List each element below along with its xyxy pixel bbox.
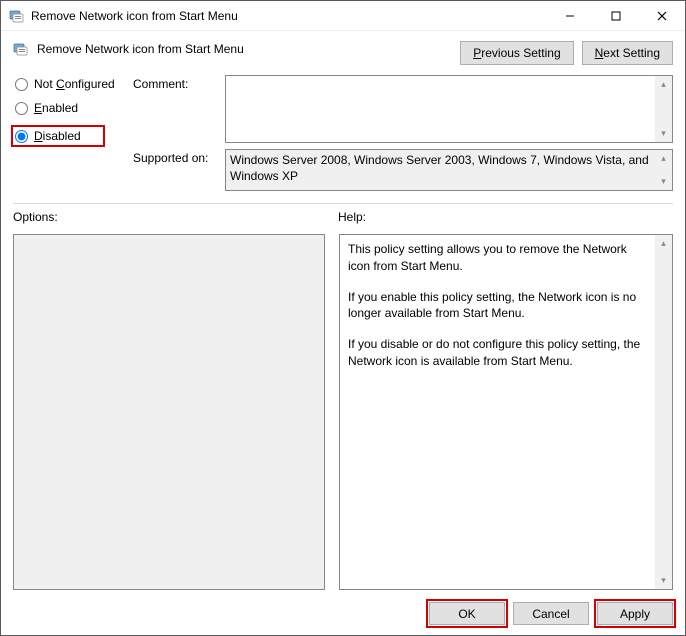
maximize-button[interactable] — [593, 1, 639, 30]
subheader: Remove Network icon from Start Menu Prev… — [1, 31, 685, 71]
next-setting-button[interactable]: Next Setting — [582, 41, 673, 65]
help-pane: This policy setting allows you to remove… — [339, 234, 673, 590]
comment-textarea[interactable]: ▴ ▾ — [225, 75, 673, 143]
options-label: Options: — [13, 210, 338, 224]
radio-not-configured-input[interactable] — [15, 78, 28, 91]
options-pane — [13, 234, 325, 590]
supported-scrollbar[interactable]: ▴ ▾ — [655, 150, 672, 190]
scroll-down-icon[interactable]: ▾ — [655, 125, 672, 142]
help-paragraph: If you enable this policy setting, the N… — [348, 289, 647, 323]
help-paragraph: If you disable or do not configure this … — [348, 336, 647, 370]
supported-on-value: Windows Server 2008, Windows Server 2003… — [226, 150, 655, 190]
previous-setting-button[interactable]: Previous Setting — [460, 41, 573, 65]
scroll-up-icon[interactable]: ▴ — [655, 76, 672, 93]
window-controls — [547, 1, 685, 30]
help-label: Help: — [338, 210, 673, 224]
comment-scrollbar[interactable]: ▴ ▾ — [655, 76, 672, 142]
scroll-up-icon[interactable]: ▴ — [655, 150, 672, 167]
policy-state-section: Not Configured Enabled Disabled Comment:… — [1, 71, 685, 199]
help-scrollbar[interactable]: ▴ ▾ — [655, 235, 672, 589]
scroll-down-icon[interactable]: ▾ — [655, 173, 672, 190]
help-content: This policy setting allows you to remove… — [340, 235, 655, 589]
gpo-policy-dialog: Remove Network icon from Start Menu — [0, 0, 686, 636]
options-help-headers: Options: Help: — [1, 208, 685, 228]
scroll-down-icon[interactable]: ▾ — [655, 572, 672, 589]
policy-icon — [13, 41, 29, 57]
radio-disabled-input[interactable] — [15, 130, 28, 143]
policy-title: Remove Network icon from Start Menu — [37, 42, 244, 56]
app-icon — [9, 8, 25, 24]
scroll-up-icon[interactable]: ▴ — [655, 235, 672, 252]
close-button[interactable] — [639, 1, 685, 30]
supported-on-box: Windows Server 2008, Windows Server 2003… — [225, 149, 673, 191]
help-paragraph: This policy setting allows you to remove… — [348, 241, 647, 275]
ok-button[interactable]: OK — [429, 602, 505, 625]
radio-not-configured[interactable]: Not Configured — [13, 77, 133, 91]
comment-label: Comment: — [133, 75, 225, 91]
window-title: Remove Network icon from Start Menu — [31, 9, 547, 23]
minimize-button[interactable] — [547, 1, 593, 30]
radio-disabled[interactable]: Disabled — [11, 125, 105, 147]
radio-enabled-input[interactable] — [15, 102, 28, 115]
cancel-button[interactable]: Cancel — [513, 602, 589, 625]
options-help-panes: This policy setting allows you to remove… — [1, 228, 685, 594]
dialog-buttons: OK Cancel Apply — [1, 594, 685, 635]
supported-on-label: Supported on: — [133, 149, 225, 165]
apply-button[interactable]: Apply — [597, 602, 673, 625]
radio-enabled[interactable]: Enabled — [13, 101, 133, 115]
separator — [13, 203, 673, 204]
state-radio-group: Not Configured Enabled Disabled — [13, 75, 133, 191]
comment-value[interactable] — [226, 76, 655, 142]
options-content — [14, 235, 324, 589]
titlebar: Remove Network icon from Start Menu — [1, 1, 685, 31]
